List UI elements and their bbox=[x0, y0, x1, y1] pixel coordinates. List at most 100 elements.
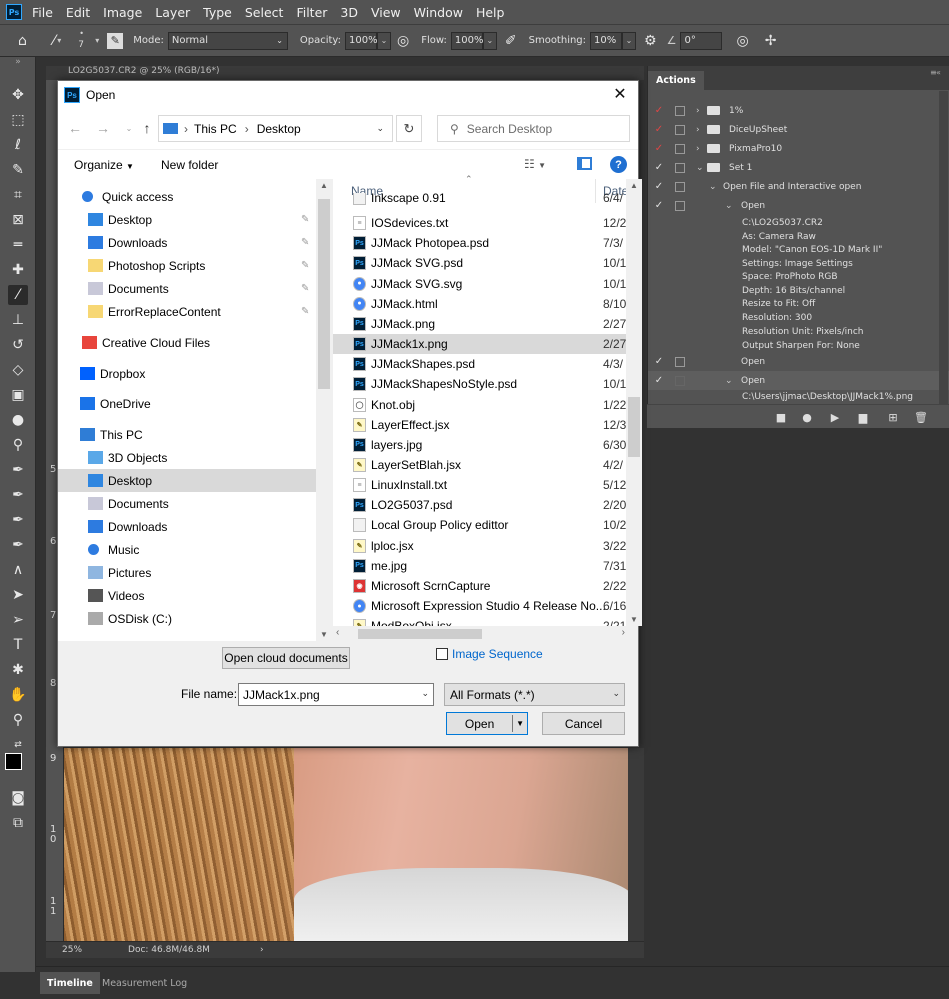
eyedropper-tool-icon[interactable]: ═ bbox=[8, 235, 28, 255]
nav-item-osdisk-c[interactable]: OSDisk (C:) bbox=[58, 607, 316, 630]
scroll-right-icon[interactable]: › bbox=[622, 627, 625, 638]
back-arrow-icon[interactable]: ← bbox=[66, 118, 84, 138]
dialog-toggle-icon[interactable] bbox=[675, 200, 685, 211]
scroll-left-icon[interactable]: ‹ bbox=[336, 627, 339, 638]
panel-collapse-icon[interactable]: « bbox=[936, 68, 941, 77]
hand-tool-icon[interactable]: ✋ bbox=[8, 685, 28, 705]
action-row[interactable]: ✓ › PixmaPro10 bbox=[648, 139, 949, 158]
zoom-level[interactable]: 25% bbox=[62, 945, 82, 955]
nav-item-downloads[interactable]: Downloads ✎ bbox=[58, 231, 316, 254]
dodge-tool-icon[interactable]: ⚲ bbox=[8, 435, 28, 455]
scroll-down-icon[interactable]: ▼ bbox=[630, 615, 638, 624]
nav-item-downloads[interactable]: Downloads bbox=[58, 515, 316, 538]
action-row[interactable]: ✓ Open bbox=[648, 352, 949, 371]
flow-dropdown-icon[interactable]: ⌄ bbox=[482, 31, 497, 50]
custom-shape-tool-icon[interactable]: ✱ bbox=[8, 660, 28, 680]
record-icon[interactable]: ● bbox=[799, 409, 815, 425]
file-row[interactable]: ◯ Knot.obj 1/22 bbox=[333, 395, 628, 415]
brush-preset-icon[interactable]: ⁄ bbox=[53, 33, 55, 49]
organize-button[interactable]: Organize ▼ bbox=[74, 158, 134, 172]
pin-icon[interactable]: ✎ bbox=[301, 237, 309, 248]
toggle-check-icon[interactable]: ✓ bbox=[653, 200, 665, 211]
dialog-toggle-icon[interactable] bbox=[675, 356, 685, 367]
pin-icon[interactable]: ✎ bbox=[301, 283, 309, 294]
file-row[interactable]: Ps JJMack Photopea.psd 7/3/ bbox=[333, 233, 628, 253]
navigation-pane-scroll-thumb[interactable] bbox=[318, 199, 330, 389]
expand-chevron-icon[interactable]: › bbox=[696, 106, 700, 116]
action-row[interactable]: ✓ › 1% bbox=[648, 101, 949, 120]
file-row[interactable]: Inkscape 0.91 6/4/ bbox=[333, 193, 628, 205]
toggle-check-icon[interactable]: ✓ bbox=[653, 181, 665, 192]
pin-icon[interactable]: ✎ bbox=[301, 260, 309, 271]
toggle-check-icon[interactable]: ✓ bbox=[653, 105, 665, 116]
open-options-dropdown-icon[interactable]: ▼ bbox=[513, 719, 527, 728]
breadcrumb-this-pc[interactable]: This PC bbox=[194, 122, 237, 136]
address-bar[interactable]: › This PC › Desktop ⌄ bbox=[158, 115, 393, 142]
new-folder-button[interactable]: New folder bbox=[161, 158, 218, 172]
eraser-tool-icon[interactable]: ◇ bbox=[8, 360, 28, 380]
flow-input[interactable]: 100% bbox=[450, 31, 483, 50]
file-row[interactable]: ● Microsoft Expression Studio 4 Release N… bbox=[333, 596, 628, 616]
stop-icon[interactable]: ■ bbox=[773, 409, 789, 425]
add-anchor-point-tool-icon[interactable]: ✒ bbox=[8, 535, 28, 555]
toggle-check-icon[interactable]: ✓ bbox=[653, 356, 665, 367]
breadcrumb-desktop[interactable]: Desktop bbox=[257, 122, 301, 136]
file-list-horizontal-scroll-thumb[interactable] bbox=[358, 629, 482, 639]
convert-point-tool-icon[interactable]: ∧ bbox=[8, 560, 28, 580]
nav-item-errorreplacecontent[interactable]: ErrorReplaceContent ✎ bbox=[58, 300, 316, 323]
view-options-icon[interactable]: ☷ ▼ bbox=[524, 157, 546, 171]
tab-measurement-log[interactable]: Measurement Log bbox=[95, 972, 194, 994]
menu-item-edit[interactable]: Edit bbox=[66, 5, 90, 20]
path-selection-tool-icon[interactable]: ➤ bbox=[8, 585, 28, 605]
nav-item-desktop[interactable]: Desktop ✎ bbox=[58, 208, 316, 231]
expand-chevron-icon[interactable]: ⌄ bbox=[725, 376, 733, 386]
file-row[interactable]: Ps JJMackShapes.psd 4/3/ bbox=[333, 354, 628, 374]
canvas-vertical-scrollbar[interactable] bbox=[628, 748, 644, 941]
gradient-tool-icon[interactable]: ▣ bbox=[8, 385, 28, 405]
file-row[interactable]: Ps me.jpg 7/31 bbox=[333, 556, 628, 576]
file-row[interactable]: Ps JJMack.png 2/27 bbox=[333, 314, 628, 334]
blur-tool-icon[interactable]: ● bbox=[8, 410, 28, 430]
cancel-button[interactable]: Cancel bbox=[542, 712, 625, 735]
toggle-check-icon[interactable]: ✓ bbox=[653, 162, 665, 173]
file-row[interactable]: ◉ Microsoft ScrnCapture 2/22 bbox=[333, 576, 628, 596]
search-box[interactable]: ⚲ Search Desktop bbox=[437, 115, 630, 142]
airbrush-icon[interactable]: ✐ bbox=[505, 33, 517, 49]
type-tool-icon[interactable]: T bbox=[8, 635, 28, 655]
nav-item-quick-access[interactable]: Quick access bbox=[58, 185, 316, 208]
zoom-tool-icon[interactable]: ⚲ bbox=[8, 710, 28, 730]
nav-item-3d-objects[interactable]: 3D Objects bbox=[58, 446, 316, 469]
swap-colors-icon[interactable]: ⇄ bbox=[8, 735, 28, 755]
file-row[interactable]: Ps JJMack SVG.psd 10/1 bbox=[333, 253, 628, 273]
menu-item-select[interactable]: Select bbox=[245, 5, 284, 20]
quick-selection-tool-icon[interactable]: ✎ bbox=[8, 160, 28, 180]
dialog-toggle-icon[interactable] bbox=[675, 105, 685, 116]
brush-preset-dropdown-icon[interactable]: ▾ bbox=[57, 36, 61, 45]
nav-item-videos[interactable]: Videos bbox=[58, 584, 316, 607]
marquee-tool-icon[interactable]: ⬚ bbox=[8, 110, 28, 130]
close-icon[interactable]: ✕ bbox=[610, 85, 630, 105]
dialog-toggle-icon[interactable] bbox=[675, 181, 685, 192]
play-icon[interactable]: ▶ bbox=[827, 409, 843, 425]
forward-arrow-icon[interactable]: → bbox=[94, 118, 112, 138]
angle-input[interactable]: 0° bbox=[680, 31, 723, 50]
clone-stamp-tool-icon[interactable]: ⊥ bbox=[8, 310, 28, 330]
smoothing-dropdown-icon[interactable]: ⌄ bbox=[622, 31, 637, 50]
dialog-toggle-icon[interactable] bbox=[675, 375, 685, 386]
canvas-image[interactable] bbox=[64, 748, 628, 941]
menu-item-filter[interactable]: Filter bbox=[296, 5, 327, 20]
dialog-toggle-icon[interactable] bbox=[675, 143, 685, 154]
scroll-up-icon[interactable]: ▲ bbox=[320, 181, 328, 190]
pressure-size-icon[interactable]: ◎ bbox=[736, 33, 748, 49]
menu-item-layer[interactable]: Layer bbox=[155, 5, 190, 20]
screen-mode-icon[interactable]: ⧉ bbox=[8, 813, 28, 833]
open-cloud-documents-button[interactable]: Open cloud documents bbox=[222, 647, 350, 669]
help-icon[interactable]: ? bbox=[610, 156, 627, 173]
file-row[interactable]: ≡ IOSdevices.txt 12/2 bbox=[333, 213, 628, 233]
nav-item-this-pc[interactable]: This PC bbox=[58, 423, 316, 446]
pressure-opacity-icon[interactable]: ◎ bbox=[397, 33, 409, 49]
nav-item-creative-cloud-files[interactable]: Creative Cloud Files bbox=[58, 331, 316, 354]
nav-item-documents[interactable]: Documents ✎ bbox=[58, 277, 316, 300]
new-set-folder-icon[interactable]: ▆ bbox=[855, 409, 871, 425]
lasso-tool-icon[interactable]: ℓ bbox=[8, 135, 28, 155]
